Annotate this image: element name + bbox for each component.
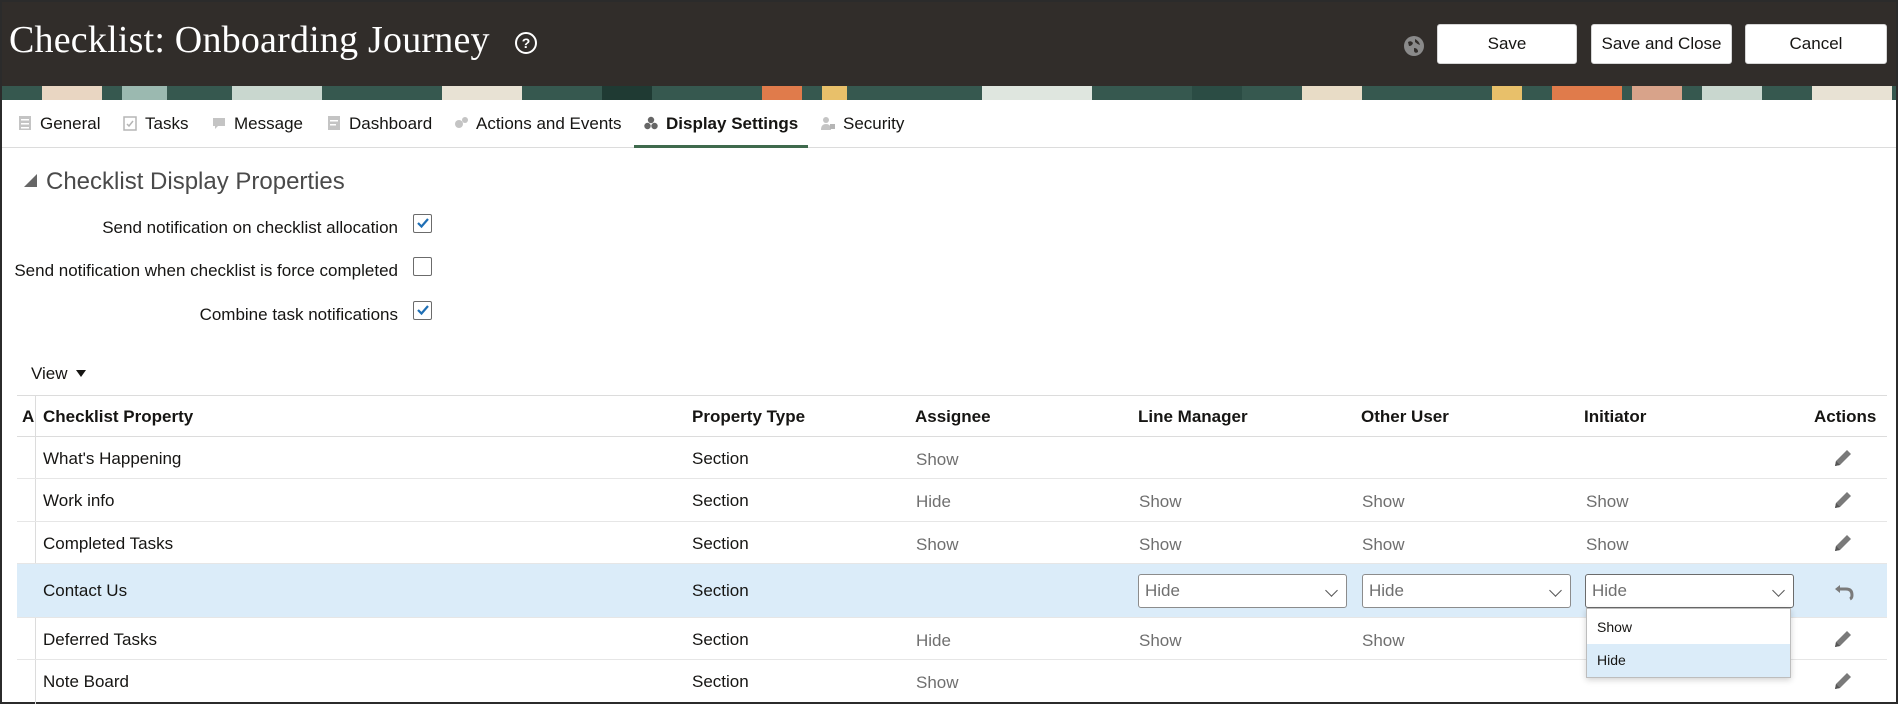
cell-property: Contact Us <box>43 581 128 600</box>
table-row[interactable]: Completed Tasks Section Show Show Show S… <box>17 522 1887 564</box>
caret-down-icon <box>75 370 86 377</box>
help-icon[interactable]: ? <box>515 32 537 54</box>
display-settings-icon <box>644 116 658 130</box>
tab-message[interactable]: Message <box>212 100 303 148</box>
other-user-select[interactable]: Hide <box>1362 574 1571 608</box>
column-header-actions: Actions <box>1814 407 1877 426</box>
cell-line-manager: Show <box>1139 631 1182 650</box>
dropdown-option-show[interactable]: Show <box>1587 611 1790 644</box>
edit-pencil-icon[interactable] <box>1832 532 1854 554</box>
property-label-combine: Combine task notifications <box>199 305 398 324</box>
tab-actions-and-events[interactable]: Actions and Events <box>454 100 622 148</box>
column-header-other-user[interactable]: Other User <box>1361 396 1449 438</box>
tab-label: Actions and Events <box>476 114 622 133</box>
cell-property: Work info <box>43 491 115 510</box>
undo-icon[interactable] <box>1832 579 1856 603</box>
combine-notifications-checkbox[interactable] <box>413 301 432 320</box>
cell-type: Section <box>692 491 749 510</box>
view-menu-label: View <box>31 364 68 383</box>
property-label-allocation: Send notification on checklist allocatio… <box>102 218 398 237</box>
column-header-line-manager[interactable]: Line Manager <box>1138 396 1248 438</box>
column-header-a: A <box>22 407 35 426</box>
chevron-down-icon <box>1325 584 1338 597</box>
tab-general[interactable]: General <box>18 100 100 148</box>
table-header: A Checklist Property Property Type Assig… <box>17 395 1887 437</box>
column-header-initiator[interactable]: Initiator <box>1584 396 1646 438</box>
edit-pencil-icon[interactable] <box>1832 628 1854 650</box>
collapse-triangle-icon[interactable] <box>24 174 37 187</box>
checkmark-icon <box>417 218 429 229</box>
allocation-checkbox[interactable] <box>413 214 432 233</box>
line-manager-select[interactable]: Hide <box>1138 574 1347 608</box>
tab-display-settings[interactable]: Display Settings <box>634 100 809 148</box>
general-icon <box>19 116 31 130</box>
cell-assignee: Show <box>916 450 959 469</box>
property-label-force-completed: Send notification when checklist is forc… <box>14 261 398 280</box>
cell-assignee: Show <box>916 673 959 692</box>
cell-property: Completed Tasks <box>43 534 174 553</box>
cell-other-user: Show <box>1362 631 1405 650</box>
tab-tasks[interactable]: Tasks <box>123 100 188 148</box>
chevron-down-icon <box>1549 584 1562 597</box>
cell-initiator: Show <box>1586 535 1629 554</box>
tab-bar: General Tasks Message Dashboard Actions … <box>2 100 1896 148</box>
save-and-close-button[interactable]: Save and Close <box>1591 24 1732 64</box>
column-header-assignee[interactable]: Assignee <box>915 396 991 438</box>
cell-assignee: Hide <box>916 492 951 511</box>
view-menu[interactable]: View <box>31 364 86 384</box>
cell-line-manager: Show <box>1139 535 1182 554</box>
tab-security[interactable]: Security <box>821 100 904 148</box>
cell-property: What's Happening <box>43 449 182 468</box>
dropdown-option-hide[interactable]: Hide <box>1587 644 1790 677</box>
select-value: Hide <box>1592 581 1627 600</box>
section-title: Checklist Display Properties <box>46 168 345 195</box>
tab-label: Display Settings <box>666 114 799 133</box>
decorative-banner <box>2 86 1896 100</box>
security-icon <box>821 117 835 130</box>
edit-pencil-icon[interactable] <box>1832 489 1854 511</box>
edit-pencil-icon[interactable] <box>1832 670 1854 692</box>
cell-line-manager: Show <box>1139 492 1182 511</box>
select-value: Hide <box>1145 581 1180 600</box>
tab-label: Tasks <box>145 114 189 133</box>
cell-type: Section <box>692 630 749 649</box>
tasks-icon <box>123 116 137 131</box>
column-header-checklist-property[interactable]: Checklist Property <box>43 396 193 438</box>
chevron-down-icon <box>1772 584 1785 597</box>
initiator-dropdown-list: Show Hide <box>1586 608 1791 678</box>
page-header: Checklist: Onboarding Journey ? Save Sav… <box>2 2 1896 86</box>
tab-dashboard[interactable]: Dashboard <box>327 100 432 148</box>
tab-label: Security <box>843 114 905 133</box>
page-title: Checklist: Onboarding Journey <box>9 19 490 61</box>
checkmark-icon <box>417 305 429 316</box>
cell-type: Section <box>692 449 749 468</box>
cell-other-user: Show <box>1362 492 1405 511</box>
force-completed-checkbox[interactable] <box>413 257 432 276</box>
cell-property: Note Board <box>43 672 129 691</box>
cell-type: Section <box>692 581 749 600</box>
actions-icon <box>455 117 468 128</box>
table-row[interactable]: Work info Section Hide Show Show Show <box>17 479 1887 522</box>
cell-assignee: Hide <box>916 631 951 650</box>
message-icon <box>213 118 225 129</box>
cell-type: Section <box>692 534 749 553</box>
edit-pencil-icon[interactable] <box>1832 447 1854 469</box>
save-button[interactable]: Save <box>1437 24 1577 64</box>
initiator-select[interactable]: Hide <box>1585 574 1794 608</box>
cell-property: Deferred Tasks <box>43 630 158 649</box>
globe-icon[interactable] <box>1403 35 1425 57</box>
tab-label: Dashboard <box>349 114 433 133</box>
cell-initiator: Show <box>1586 492 1629 511</box>
column-header-property-type[interactable]: Property Type <box>692 396 805 438</box>
cancel-button[interactable]: Cancel <box>1745 24 1887 64</box>
tab-label: Message <box>234 114 303 133</box>
cell-other-user: Show <box>1362 535 1405 554</box>
select-value: Hide <box>1369 581 1404 600</box>
table-row[interactable]: What's Happening Section Show <box>17 437 1887 479</box>
dashboard-icon <box>328 116 340 130</box>
cell-assignee: Show <box>916 535 959 554</box>
tab-label: General <box>40 114 101 133</box>
cell-type: Section <box>692 672 749 691</box>
